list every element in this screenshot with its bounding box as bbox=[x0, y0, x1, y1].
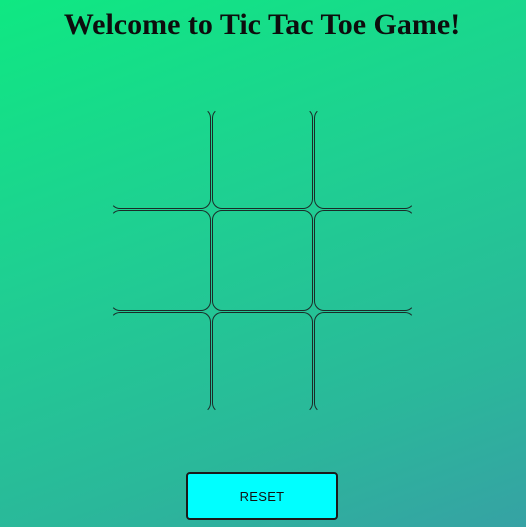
board-cell-5[interactable] bbox=[212, 210, 313, 311]
board-cell-1[interactable] bbox=[110, 108, 211, 209]
board-cell-7[interactable] bbox=[110, 312, 211, 413]
board-cell-6[interactable] bbox=[314, 210, 415, 311]
game-board bbox=[110, 108, 415, 413]
board-cell-2[interactable] bbox=[212, 108, 313, 209]
board-cell-9[interactable] bbox=[314, 312, 415, 413]
board-cell-3[interactable] bbox=[314, 108, 415, 209]
page-title: Welcome to Tic Tac Toe Game! bbox=[63, 8, 461, 41]
reset-button[interactable]: RESET bbox=[186, 472, 338, 520]
board-cell-8[interactable] bbox=[212, 312, 313, 413]
board-cell-4[interactable] bbox=[110, 210, 211, 311]
